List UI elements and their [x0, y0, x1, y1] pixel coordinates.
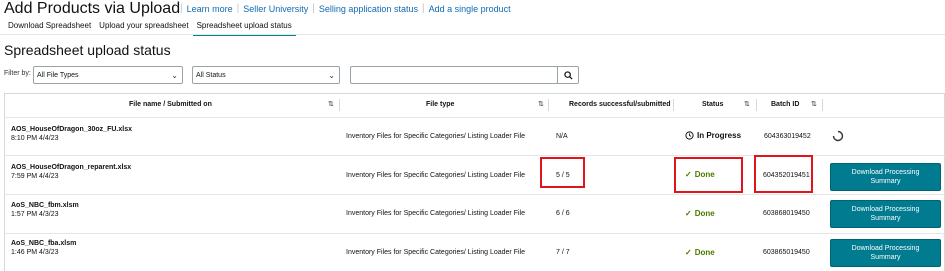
status-select[interactable]: All Status ⌄	[192, 66, 340, 84]
status-in-progress: In Progress	[685, 131, 741, 140]
seller-university-link[interactable]: Seller University	[243, 4, 308, 14]
file-name[interactable]: AOS_HouseOfDragon_reparent.xlsx	[11, 164, 131, 171]
batch-id: 604363019452	[764, 133, 811, 140]
col-header-file: File name / Submitted on	[129, 101, 212, 108]
file-name[interactable]: AoS_NBC_fba.xlsm	[11, 240, 76, 247]
status-done: ✓ Done	[685, 170, 715, 179]
file-type: Inventory Files for Specific Categories/…	[346, 210, 525, 217]
records-count: N/A	[556, 133, 568, 140]
submitted-date: 1:46 PM 4/3/23	[11, 249, 59, 256]
column-divider	[339, 99, 340, 111]
chevron-down-icon: ⌄	[328, 71, 335, 80]
divider: |	[421, 3, 425, 14]
status-done: ✓ Done	[685, 248, 715, 257]
sort-icon[interactable]: ⇅	[328, 100, 334, 108]
loading-spinner-icon	[832, 130, 844, 142]
page-title: Add Products via Upload	[4, 0, 181, 17]
search-button[interactable]	[557, 66, 579, 84]
submitted-date: 1:57 PM 4/3/23	[11, 211, 59, 218]
column-divider	[548, 99, 549, 111]
col-header-type: File type	[426, 101, 455, 108]
header-links: | Learn more | Seller University | Selli…	[176, 3, 511, 14]
file-name[interactable]: AoS_NBC_fbm.xlsm	[11, 202, 79, 209]
divider: |	[236, 3, 240, 14]
records-count: 6 / 6	[556, 210, 570, 217]
batch-id: 604352019451	[763, 172, 810, 179]
download-summary-button[interactable]: Download Processing Summary	[830, 239, 941, 267]
check-icon: ✓	[685, 170, 692, 179]
selling-application-status-link[interactable]: Selling application status	[319, 4, 418, 14]
check-icon: ✓	[685, 248, 692, 257]
records-count: 5 / 5	[556, 172, 570, 179]
search-icon	[563, 70, 573, 80]
file-type: Inventory Files for Specific Categories/…	[346, 249, 525, 256]
row-divider	[4, 117, 945, 118]
divider: |	[312, 3, 315, 14]
row-divider	[4, 194, 945, 195]
status-label: Done	[694, 170, 715, 179]
add-single-product-link[interactable]: Add a single product	[429, 4, 511, 14]
file-name[interactable]: AOS_HouseOfDragon_30oz_FU.xlsx	[11, 126, 132, 133]
status-label: In Progress	[697, 131, 742, 140]
sort-icon[interactable]: ⇅	[538, 100, 544, 108]
submitted-date: 8:10 PM 4/4/23	[11, 135, 59, 142]
divider: |	[180, 3, 183, 14]
column-divider	[673, 99, 674, 111]
download-summary-button[interactable]: Download Processing Summary	[830, 200, 941, 228]
file-type-select-value: All File Types	[37, 71, 79, 79]
clock-icon	[685, 131, 694, 140]
column-divider	[822, 99, 823, 111]
search-input[interactable]	[350, 66, 558, 84]
status-label: Done	[694, 248, 715, 257]
file-type: Inventory Files for Specific Categories/…	[346, 133, 525, 140]
row-divider	[4, 233, 945, 234]
records-count: 7 / 7	[556, 249, 570, 256]
column-divider	[756, 99, 757, 111]
col-header-records: Records successful/submitted	[569, 101, 671, 108]
batch-id: 603865019450	[763, 249, 810, 256]
file-type-select[interactable]: All File Types ⌄	[33, 66, 183, 84]
chevron-down-icon: ⌄	[171, 71, 178, 80]
filter-label: Filter by:	[4, 70, 31, 77]
col-header-status: Status	[702, 101, 724, 108]
tab-divider	[0, 34, 945, 35]
col-header-batch: Batch ID	[771, 101, 800, 108]
download-summary-button[interactable]: Download Processing Summary	[830, 163, 941, 191]
status-select-value: All Status	[196, 71, 226, 79]
batch-id: 603868019450	[763, 210, 810, 217]
submitted-date: 7:59 PM 4/4/23	[11, 173, 59, 180]
file-type: Inventory Files for Specific Categories/…	[346, 172, 525, 179]
status-label: Done	[694, 209, 715, 218]
section-title: Spreadsheet upload status	[4, 42, 171, 58]
sort-icon[interactable]: ⇅	[744, 100, 750, 108]
sort-icon[interactable]: ⇅	[811, 100, 817, 108]
learn-more-link[interactable]: Learn more	[187, 4, 233, 14]
check-icon: ✓	[685, 209, 692, 218]
status-done: ✓ Done	[685, 209, 715, 218]
